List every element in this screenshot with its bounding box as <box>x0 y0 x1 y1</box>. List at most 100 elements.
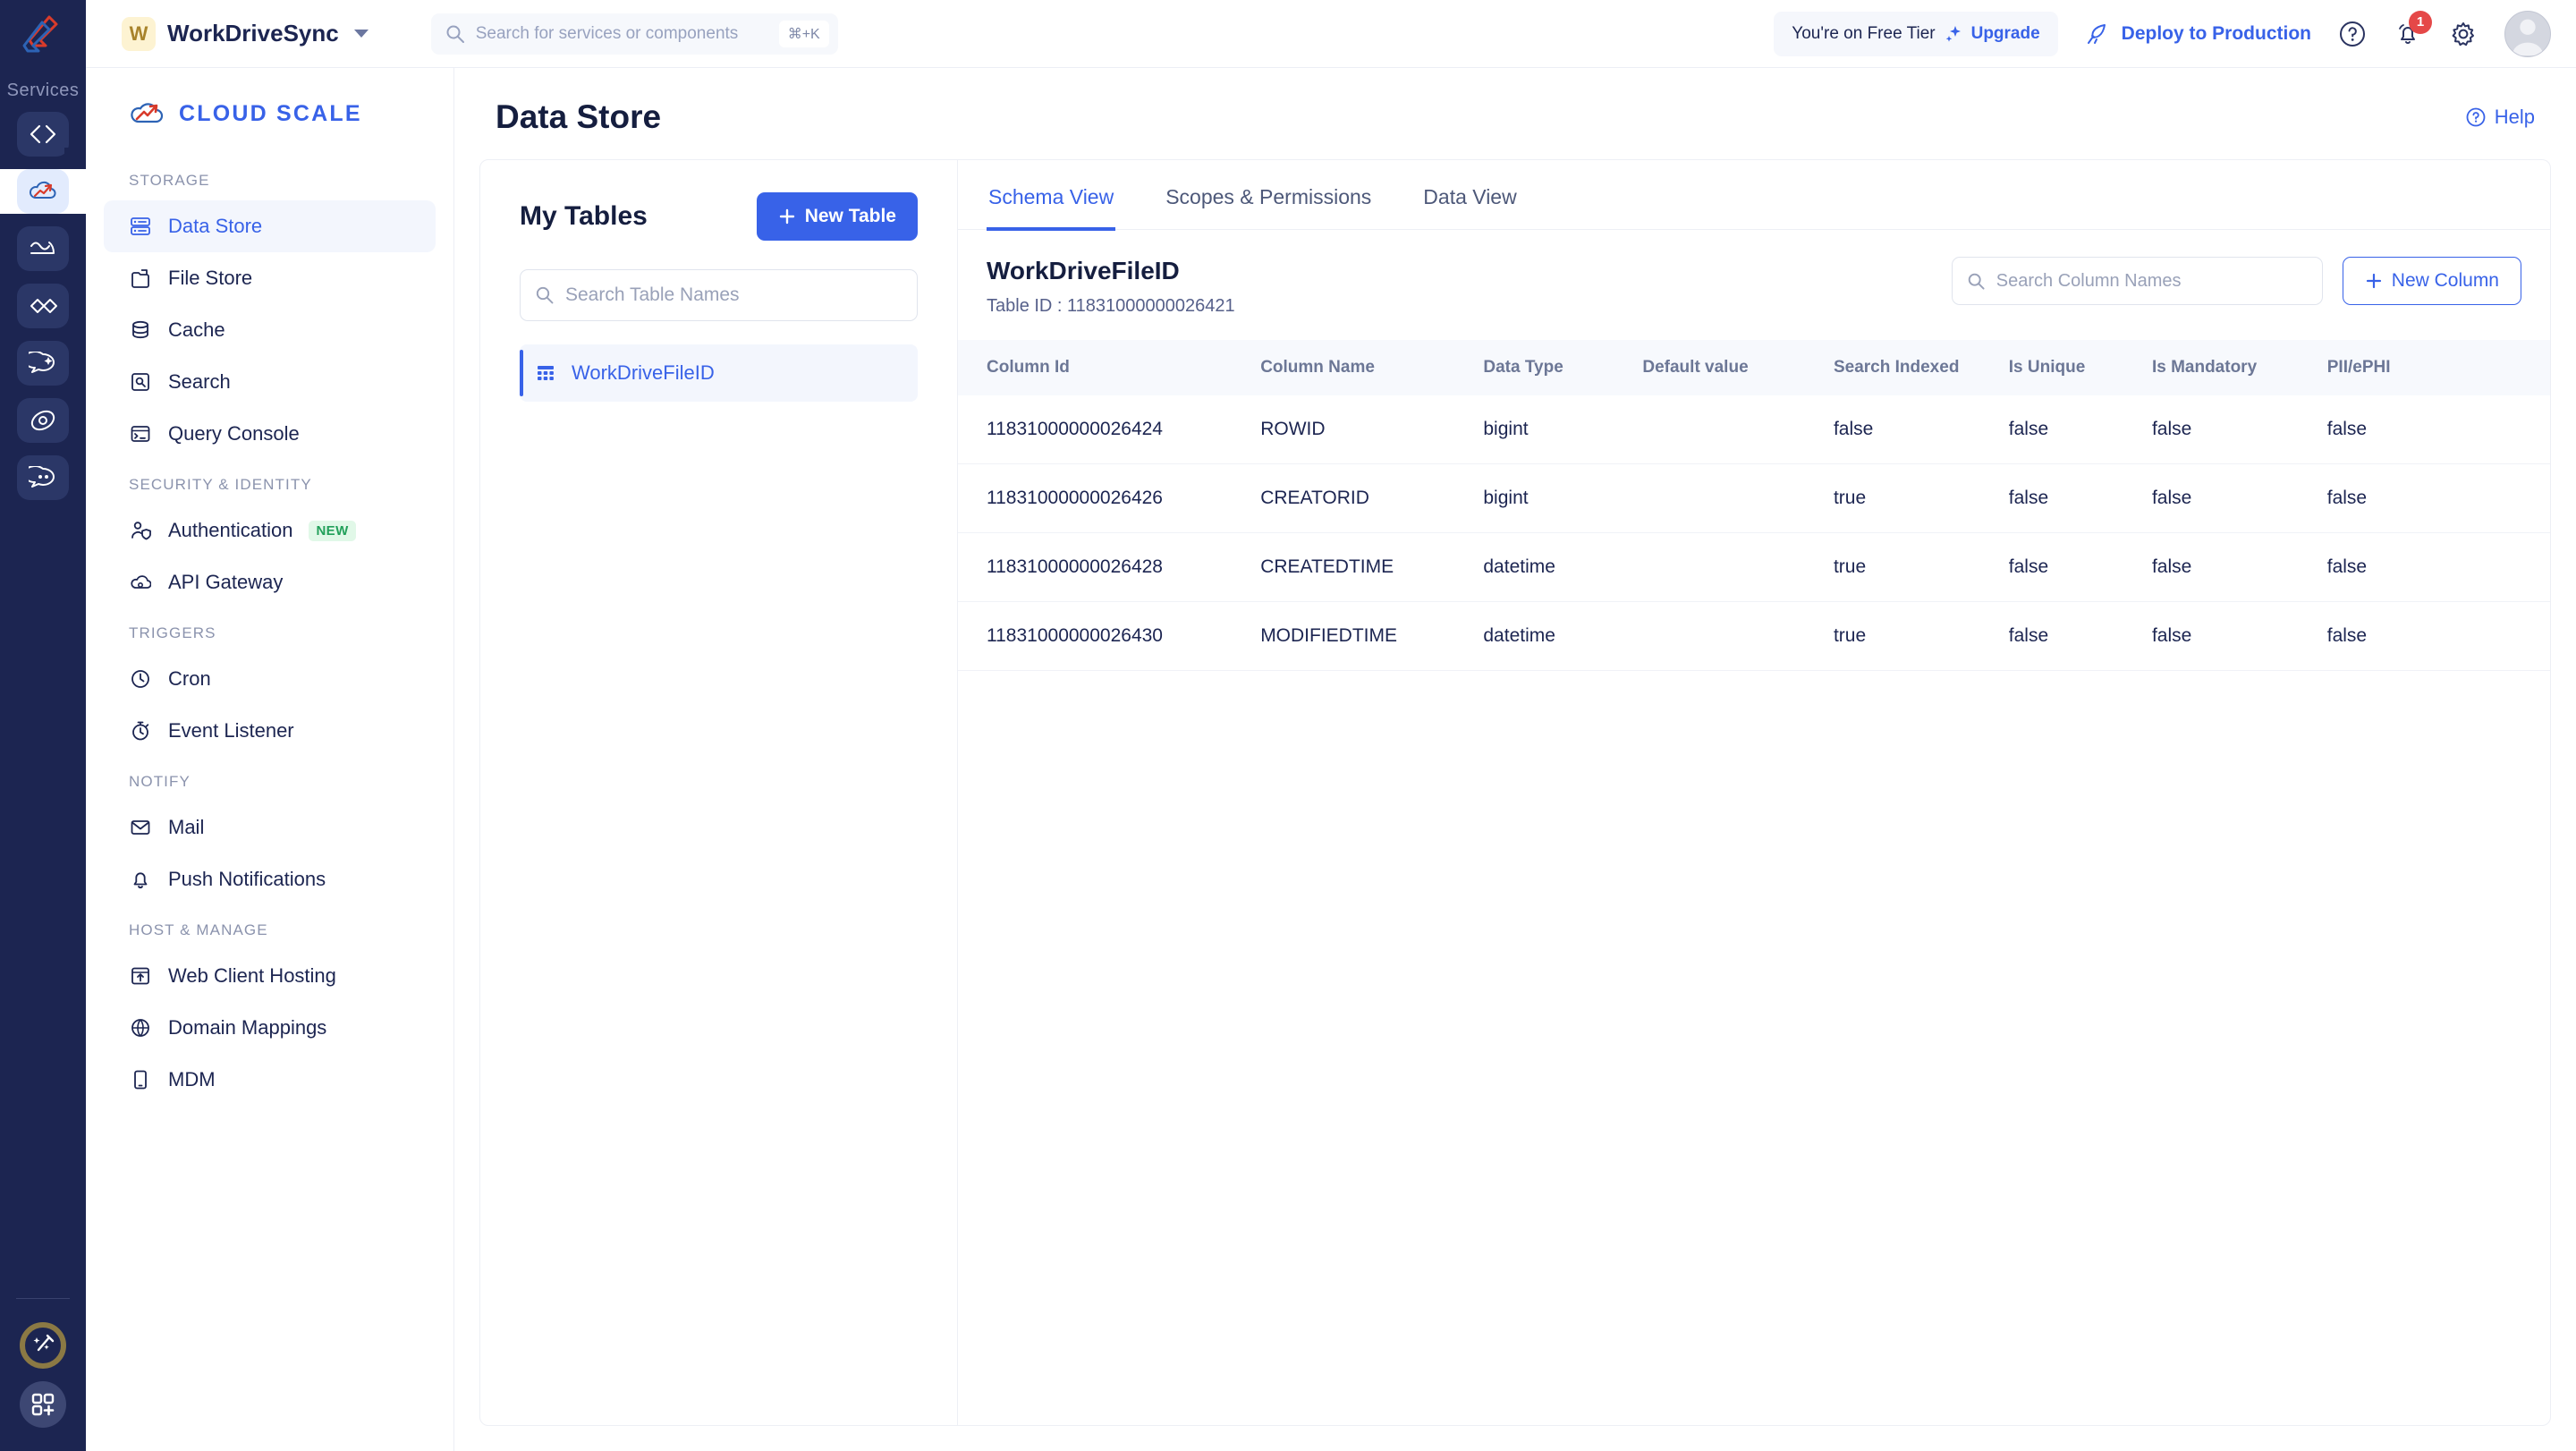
notifications-bell-icon[interactable]: 1 <box>2394 10 2432 48</box>
sidebar-item-search[interactable]: Search <box>104 356 436 408</box>
list-item[interactable]: WorkDriveFileID <box>520 344 918 402</box>
gear-icon[interactable] <box>2449 20 2478 48</box>
cloud-scale-icon[interactable] <box>17 169 69 214</box>
chat-ai-icon[interactable] <box>17 341 69 386</box>
new-table-button[interactable]: New Table <box>756 192 918 241</box>
tab-schema-view[interactable]: Schema View <box>987 160 1116 231</box>
tab-data-view[interactable]: Data View <box>1421 160 1518 231</box>
cell-search-indexed: true <box>1833 463 2009 533</box>
search-column-names-input[interactable]: Search Column Names <box>1951 257 2323 305</box>
column-header-default-value[interactable]: Default value <box>1642 340 1834 395</box>
sidebar-item-mdm[interactable]: MDM <box>104 1054 436 1106</box>
table-header-row: Column Id Column Name Data Type Default … <box>958 340 2550 395</box>
window-upload-icon <box>129 964 152 988</box>
top-bar-right: You're on Free Tier Upgrade Deploy to Pr… <box>1774 10 2551 57</box>
schema-actions: Search Column Names New Column <box>1951 257 2521 305</box>
sidebar-item-domain-mappings[interactable]: Domain Mappings <box>104 1002 436 1054</box>
chevron-down-icon[interactable] <box>353 30 369 38</box>
my-tables-header: My Tables New Table <box>520 192 918 241</box>
envelope-icon <box>129 816 152 839</box>
rail-item-list <box>0 112 86 500</box>
cell-search-indexed: true <box>1833 601 2009 671</box>
sidebar-item-file-store[interactable]: File Store <box>104 252 436 304</box>
column-header-is-unique[interactable]: Is Unique <box>2008 340 2152 395</box>
sidebar-item-event-listener[interactable]: Event Listener <box>104 705 436 757</box>
service-rail: Services <box>0 0 86 1451</box>
column-header-search-indexed[interactable]: Search Indexed <box>1833 340 2009 395</box>
rail-section-label: Services <box>6 81 80 100</box>
sidebar-item-label: Query Console <box>168 422 300 445</box>
cell-pii-ephi: false <box>2326 395 2550 464</box>
help-circle-icon[interactable] <box>2338 20 2367 48</box>
tab-scopes-permissions[interactable]: Scopes & Permissions <box>1164 160 1373 231</box>
global-search-placeholder: Search for services or components <box>475 23 739 43</box>
catalyst-logo[interactable] <box>0 0 86 68</box>
column-header-is-mandatory[interactable]: Is Mandatory <box>2151 340 2327 395</box>
cell-column-name: MODIFIEDTIME <box>1260 601 1484 671</box>
sidebar-item-mail[interactable]: Mail <box>104 802 436 853</box>
table-row[interactable]: 11831000000026426 CREATORID bigint true … <box>958 463 2550 533</box>
deploy-to-production-button[interactable]: Deploy to Production <box>2085 21 2311 47</box>
sidebar-item-label: MDM <box>168 1068 216 1090</box>
search-shortcut-badge: ⌘+K <box>778 20 829 47</box>
cell-column-name: ROWID <box>1260 395 1484 464</box>
schema-table-body: 11831000000026424 ROWID bigint false fal… <box>958 395 2550 671</box>
cell-is-unique: false <box>2008 395 2152 464</box>
table-name-label: WorkDriveFileID <box>572 361 715 384</box>
column-header-column-id[interactable]: Column Id <box>958 340 1261 395</box>
rail-item-chat-ai[interactable] <box>0 341 86 386</box>
global-search-input[interactable]: Search for services or components ⌘+K <box>430 13 838 55</box>
schema-table-id: Table ID : 11831000000026421 <box>987 296 1235 316</box>
table-row[interactable]: 11831000000026424 ROWID bigint false fal… <box>958 395 2550 464</box>
new-table-label: New Table <box>804 206 896 226</box>
main-header: Data Store Help <box>454 68 2576 159</box>
top-bar: W WorkDriveSync Search for services or c… <box>86 0 2576 68</box>
sidebar-item-api-gateway[interactable]: API Gateway <box>104 556 436 608</box>
cell-default-value <box>1642 601 1834 671</box>
rail-item-cloud-scale[interactable] <box>0 148 86 235</box>
column-header-pii-ephi[interactable]: PII/ePHI <box>2326 340 2550 395</box>
sidebar-item-label: Data Store <box>168 215 263 237</box>
code-icon[interactable] <box>17 112 69 157</box>
column-header-data-type[interactable]: Data Type <box>1483 340 1643 395</box>
upgrade-link[interactable]: Upgrade <box>1971 24 2040 44</box>
globe-icon <box>129 1016 152 1039</box>
rail-item-analytics[interactable] <box>0 226 86 271</box>
sidebar-item-query-console[interactable]: Query Console <box>104 408 436 460</box>
orbit-icon[interactable] <box>17 398 69 443</box>
help-label: Help <box>2494 106 2535 128</box>
table-row[interactable]: 11831000000026430 MODIFIEDTIME datetime … <box>958 601 2550 671</box>
clock-icon <box>129 667 152 691</box>
analytics-icon[interactable] <box>17 226 69 271</box>
sidebar-item-cron[interactable]: Cron <box>104 653 436 705</box>
schema-title-block: WorkDriveFileID Table ID : 1183100000002… <box>987 257 1235 317</box>
sidebar-item-cache[interactable]: Cache <box>104 304 436 356</box>
catalyst-chat-icon[interactable] <box>17 455 69 500</box>
user-avatar[interactable] <box>2504 10 2551 57</box>
sidebar-item-authentication[interactable]: Authentication NEW <box>104 505 436 556</box>
cell-search-indexed: true <box>1833 532 2009 602</box>
column-header-column-name[interactable]: Column Name <box>1260 340 1484 395</box>
my-tables-panel: My Tables New Table Search Table Names W… <box>479 159 958 1426</box>
sidebar-item-data-store[interactable]: Data Store <box>104 200 436 252</box>
sidebar-item-label: Mail <box>168 816 205 838</box>
rail-item-catalyst-chat[interactable] <box>0 455 86 500</box>
sidebar-item-web-client-hosting[interactable]: Web Client Hosting <box>104 950 436 1002</box>
help-link[interactable]: Help <box>2465 106 2535 129</box>
rail-item-orbit[interactable] <box>0 398 86 443</box>
cell-pii-ephi: false <box>2326 463 2550 533</box>
search-table-names-input[interactable]: Search Table Names <box>520 269 918 321</box>
rail-item-flow[interactable] <box>0 284 86 328</box>
magic-wand-icon[interactable] <box>20 1322 66 1369</box>
table-row[interactable]: 11831000000026428 CREATEDTIME datetime t… <box>958 532 2550 602</box>
sidebar-item-push-notifications[interactable]: Push Notifications <box>104 853 436 905</box>
cell-search-indexed: false <box>1833 395 2009 464</box>
new-column-button[interactable]: New Column <box>2342 257 2521 305</box>
project-name: WorkDriveSync <box>167 20 339 47</box>
cell-default-value <box>1642 395 1834 464</box>
add-apps-icon[interactable] <box>20 1381 66 1428</box>
project-switcher[interactable]: W WorkDriveSync <box>122 16 369 51</box>
flow-icon[interactable] <box>17 284 69 328</box>
deploy-label: Deploy to Production <box>2121 22 2311 44</box>
cloud-scale-logo-icon <box>129 98 165 129</box>
